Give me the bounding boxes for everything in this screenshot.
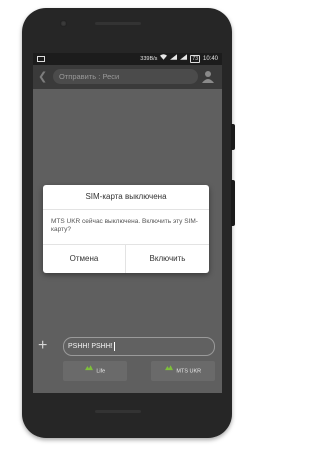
network-speed: 339B/s	[140, 56, 158, 62]
signal-icon-2	[180, 53, 188, 65]
status-bar: 339B/s 73 10:40	[33, 53, 222, 65]
dialog-message: MTS UKR сейчас выключена. Включить эту S…	[51, 218, 198, 233]
message-text: PSHH! PSHH!	[68, 343, 113, 350]
clock: 10:40	[202, 56, 218, 62]
bottom-speaker	[95, 410, 141, 413]
sim-card-icon	[164, 361, 173, 381]
front-camera	[60, 20, 67, 27]
wifi-icon	[160, 53, 168, 65]
earpiece-speaker	[95, 22, 141, 25]
send-sim2-button[interactable]: MTS UKR	[151, 361, 215, 381]
send-sim1-button[interactable]: Life	[63, 361, 127, 381]
sim2-label: MTS UKR	[176, 368, 202, 375]
sim-disabled-dialog: SIM-карта выключена MTS UKR сейчас выклю…	[43, 185, 209, 273]
recipient-input[interactable]: Отправить : Реси	[53, 69, 198, 84]
sim1-label: Life	[96, 368, 106, 375]
sim-card-icon	[84, 361, 93, 381]
phone-screen: 339B/s 73 10:40 ❮ Отправить : Реси SIM-к…	[33, 53, 222, 393]
contact-person-icon[interactable]	[201, 69, 215, 84]
dialog-title: SIM-карта выключена	[85, 192, 167, 201]
phone-side-button	[231, 124, 235, 150]
phone-volume-button	[231, 180, 235, 226]
back-arrow-icon[interactable]: ❮	[38, 69, 47, 85]
message-notification-icon	[37, 56, 45, 62]
app-header: ❮ Отправить : Реси	[33, 65, 222, 89]
signal-icon	[170, 53, 178, 65]
battery-level: 73	[190, 55, 200, 63]
enable-sim-button[interactable]: Включить	[126, 245, 209, 273]
add-attachment-icon[interactable]: +	[38, 338, 47, 354]
dialog-divider	[43, 209, 209, 210]
message-input[interactable]: PSHH! PSHH!	[63, 337, 215, 356]
cancel-button[interactable]: Отмена	[43, 245, 125, 273]
text-caret	[113, 341, 115, 351]
